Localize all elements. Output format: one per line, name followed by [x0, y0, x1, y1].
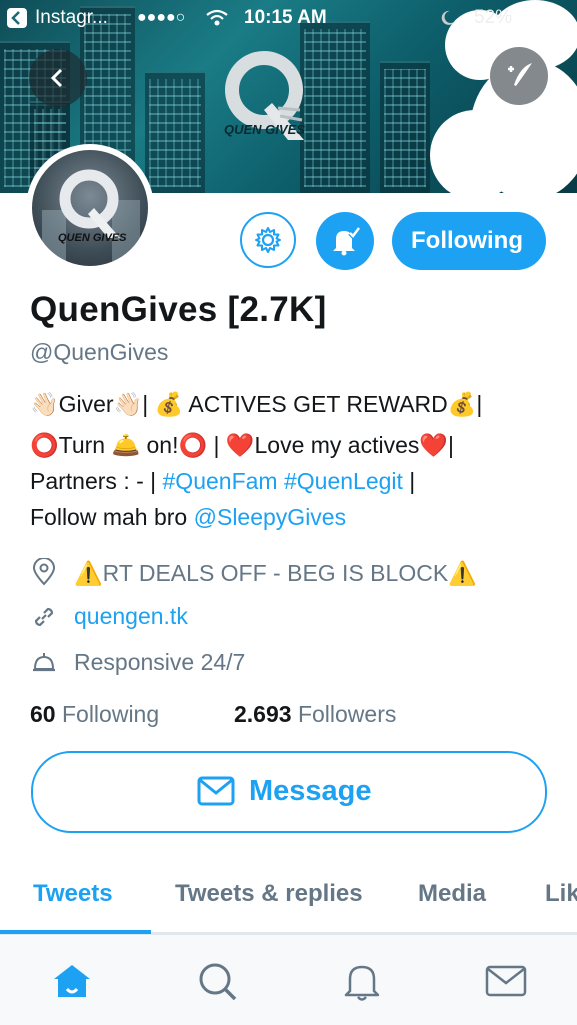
- following-button-label: Following: [411, 227, 523, 254]
- link-icon: [30, 603, 58, 631]
- profile-location: ⚠️RT DEALS OFF - BEG IS BLOCK⚠️: [74, 560, 477, 586]
- profile-availability: Responsive 24/7: [74, 649, 246, 675]
- nav-search-button[interactable]: [195, 961, 239, 1001]
- bio-line-2: ⭕Turn 🛎️ on!⭕ | ❤️Love my actives❤️|: [30, 432, 455, 458]
- bio-follow-text: Follow mah bro: [30, 504, 194, 530]
- search-icon: [199, 963, 237, 1001]
- following-count-label: Following: [61, 701, 160, 727]
- signal-strength: ●●●●○: [137, 9, 186, 26]
- tab-media[interactable]: Media: [418, 880, 486, 908]
- settings-button[interactable]: [240, 212, 296, 268]
- bio-separator: |: [402, 468, 416, 494]
- compose-quill-icon: [508, 63, 532, 86]
- nav-messages-button[interactable]: [484, 963, 528, 999]
- following-count: 60: [30, 701, 56, 727]
- mention-sleepygives-link[interactable]: @SleepyGives: [194, 504, 346, 530]
- compose-tweet-button[interactable]: [490, 47, 548, 105]
- tab-likes[interactable]: Lik: [545, 880, 577, 908]
- battery-icon: [521, 10, 567, 34]
- envelope-icon: [197, 776, 235, 806]
- service-bell-icon: [30, 648, 58, 676]
- following-count-link[interactable]: 60 Following: [30, 701, 159, 728]
- bio-line-3: Partners : - | #QuenFam #QuenLegit |: [30, 468, 415, 495]
- message-button[interactable]: Message: [31, 751, 547, 833]
- clock: 10:15 AM: [244, 7, 327, 28]
- banner-logo-text: QUEN GIVES: [224, 122, 305, 137]
- location-pin-icon: [30, 557, 58, 586]
- hashtag-quenfam-link[interactable]: #QuenFam: [163, 468, 278, 494]
- notifications-toggle-button[interactable]: [316, 212, 374, 270]
- messages-envelope-icon: [485, 965, 527, 997]
- back-arrow-icon: [50, 68, 63, 88]
- profile-name: QuenGives [2.7K]: [30, 290, 327, 329]
- profile-handle: @QuenGives: [30, 339, 169, 365]
- nav-home-button[interactable]: [50, 961, 94, 1001]
- followers-count-label: Followers: [297, 701, 397, 727]
- moon-icon: [440, 10, 456, 32]
- followers-count: 2.693: [234, 701, 292, 727]
- back-to-app-icon[interactable]: [7, 8, 27, 28]
- status-bar: Instagr... ●●●●○ 10:15 AM 52%: [0, 0, 577, 36]
- avatar[interactable]: QUEN GIVES: [26, 144, 154, 272]
- home-icon: [54, 965, 90, 997]
- nav-notifications-button[interactable]: [340, 961, 384, 1001]
- battery-percent: 52%: [474, 7, 513, 28]
- message-button-label: Message: [249, 775, 372, 807]
- hashtag-quenlegit-link[interactable]: #QuenLegit: [284, 468, 403, 494]
- back-button[interactable]: [29, 49, 87, 107]
- followers-count-link[interactable]: 2.693 Followers: [234, 701, 396, 728]
- bottom-navigation: [0, 934, 577, 1025]
- notifications-bell-icon: [344, 965, 380, 1001]
- bio-line-4: Follow mah bro @SleepyGives: [30, 504, 346, 531]
- tab-tweets-and-replies[interactable]: Tweets & replies: [175, 880, 363, 908]
- bell-check-icon: [333, 226, 361, 256]
- tab-tweets[interactable]: Tweets: [33, 880, 113, 908]
- bio-line-1: 👋🏻Giver👋🏻| 💰 ACTIVES GET REWARD💰|: [30, 391, 483, 417]
- avatar-logo-text: QUEN GIVES: [58, 232, 127, 244]
- profile-website-link[interactable]: quengen.tk: [74, 603, 188, 630]
- gear-icon: [255, 227, 281, 253]
- following-button[interactable]: Following: [392, 212, 546, 270]
- bio-partners-text: Partners : - |: [30, 468, 163, 494]
- back-to-app-label[interactable]: Instagr...: [35, 7, 108, 29]
- wifi-icon: [206, 9, 228, 33]
